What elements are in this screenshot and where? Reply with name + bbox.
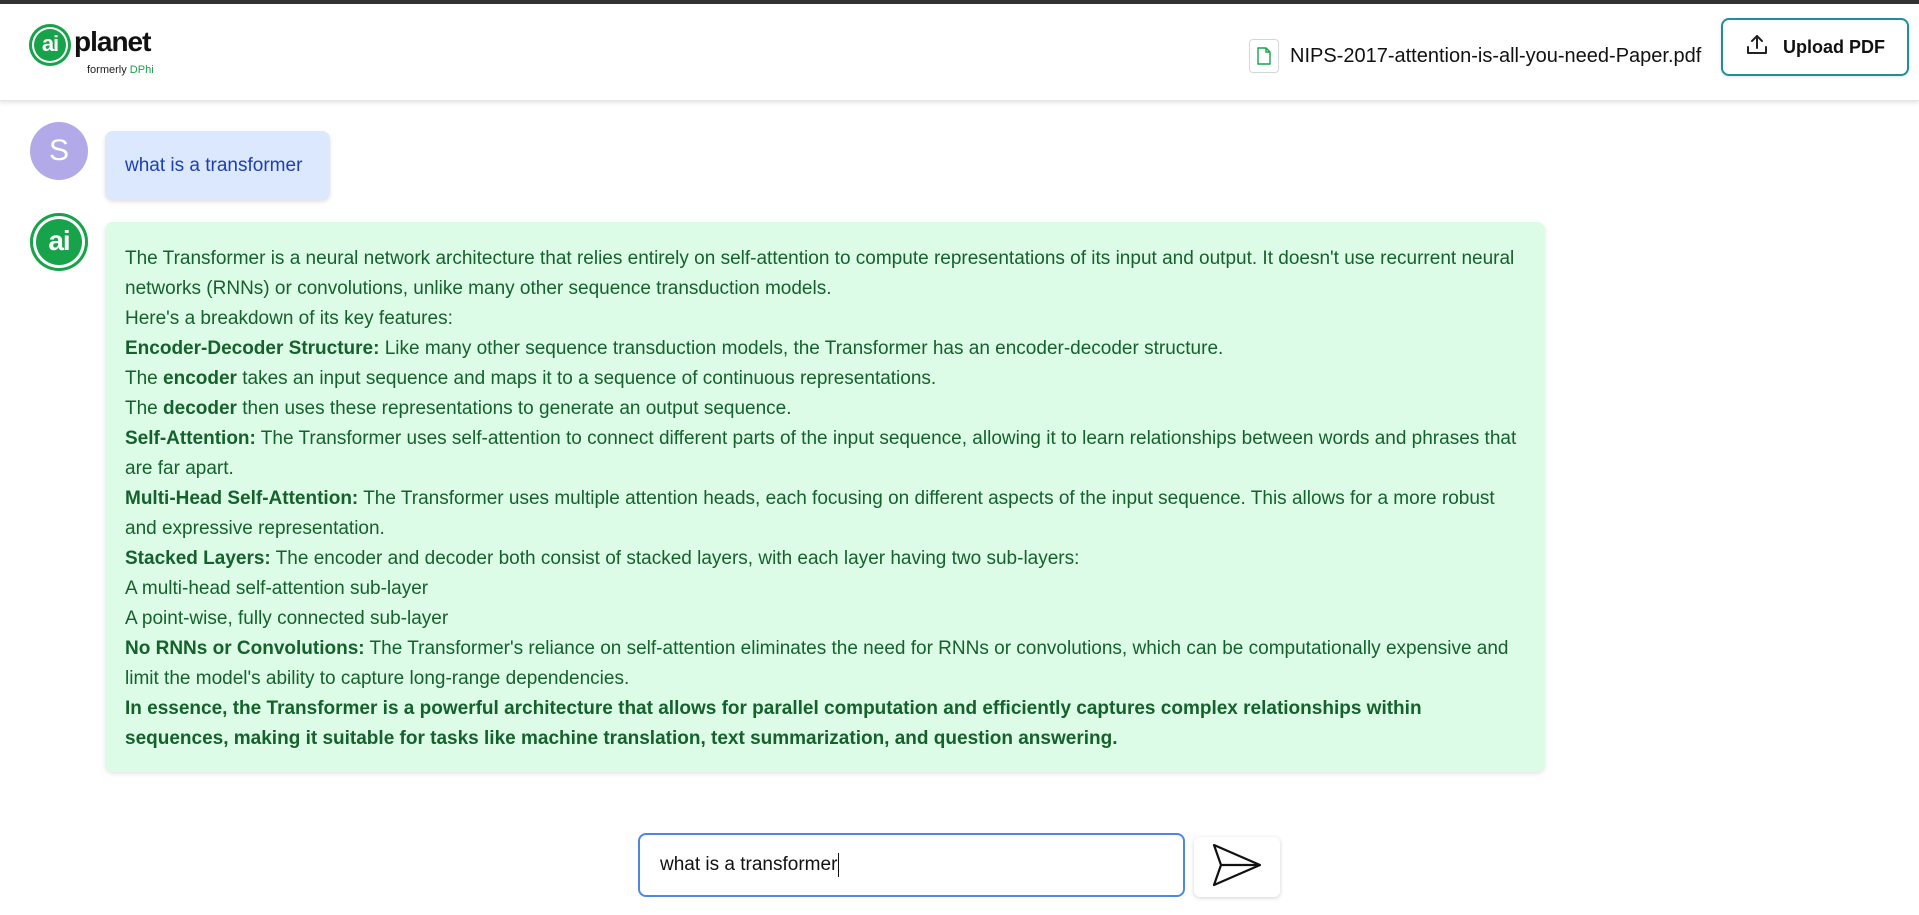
user-message-text: what is a transformer: [125, 154, 303, 176]
user-avatar: S: [30, 122, 88, 180]
logo-mark: ai: [29, 24, 71, 66]
response-line: The encoder takes an input sequence and …: [125, 368, 937, 389]
response-line: Encoder-Decoder Structure: Like many oth…: [125, 338, 1224, 359]
response-line: Stacked Layers: The encoder and decoder …: [125, 548, 1080, 569]
upload-pdf-label: Upload PDF: [1783, 36, 1885, 57]
logo-subtitle: formerly DPhi: [87, 64, 154, 76]
aiplanet-logo[interactable]: ai planet formerly DPhi: [29, 24, 169, 80]
send-icon: [1211, 842, 1263, 893]
uploaded-file: NIPS-2017-attention-is-all-you-need-Pape…: [1249, 38, 1701, 74]
response-line: The decoder then uses these representati…: [125, 398, 792, 419]
response-line: Multi-Head Self-Attention: The Transform…: [125, 488, 1495, 539]
response-line: No RNNs or Convolutions: The Transformer…: [125, 638, 1509, 689]
response-line: The Transformer is a neural network arch…: [125, 248, 1515, 299]
upload-icon: [1745, 33, 1769, 62]
response-line: Self-Attention: The Transformer uses sel…: [125, 428, 1517, 479]
chat-input-value: what is a transformer: [660, 854, 838, 875]
ai-response-bubble: The Transformer is a neural network arch…: [105, 222, 1545, 772]
response-line: Here's a breakdown of its key features:: [125, 308, 453, 329]
file-name: NIPS-2017-attention-is-all-you-need-Pape…: [1290, 44, 1702, 67]
response-line: A multi-head self-attention sub-layer: [125, 578, 429, 599]
send-button[interactable]: [1194, 837, 1280, 897]
header-bar: ai planet formerly DPhi NIPS-2017-attent…: [0, 4, 1919, 101]
ai-avatar: ai: [30, 213, 88, 271]
chat-input[interactable]: what is a transformer: [638, 833, 1185, 897]
file-icon: [1249, 39, 1279, 73]
user-message-bubble: what is a transformer: [105, 131, 330, 200]
text-caret: [838, 853, 840, 877]
response-line: A point-wise, fully connected sub-layer: [125, 608, 449, 629]
response-summary: In essence, the Transformer is a powerfu…: [125, 698, 1422, 749]
logo-wordmark: planet: [74, 26, 151, 57]
upload-pdf-button[interactable]: Upload PDF: [1721, 18, 1909, 76]
